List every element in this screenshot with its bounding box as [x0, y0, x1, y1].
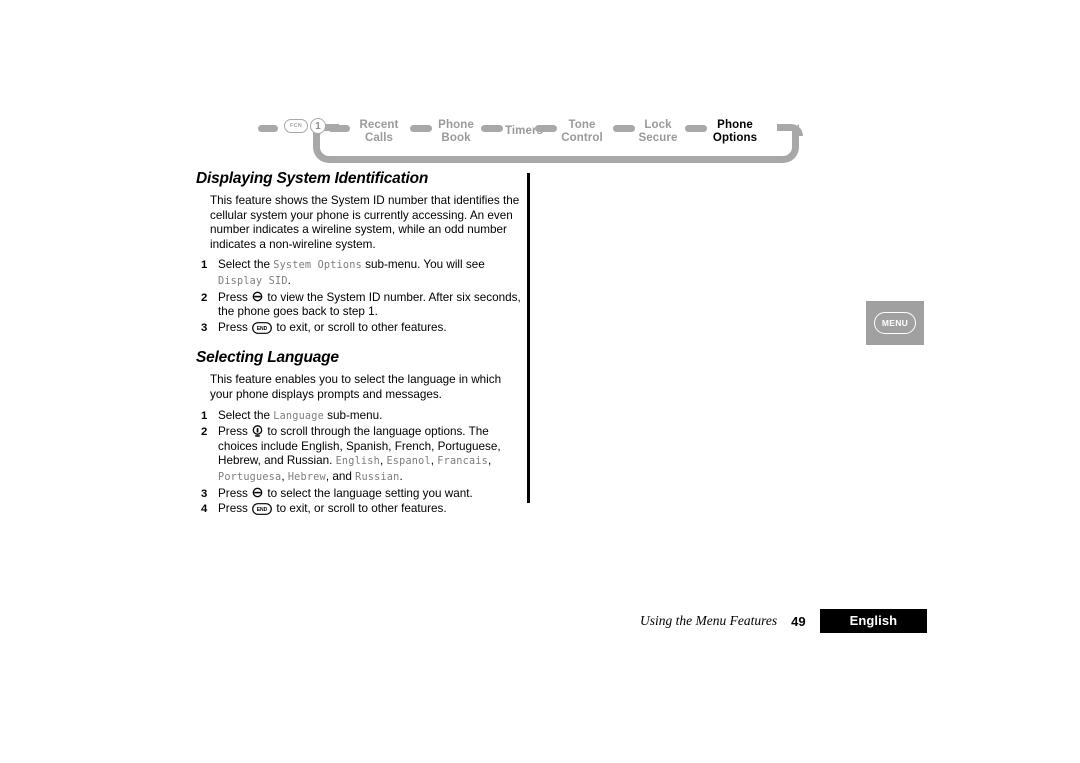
scroll-key-icon	[252, 425, 263, 437]
display-text: Espanol	[386, 456, 431, 468]
step-number: 1	[201, 259, 208, 272]
footer-page-number: 49	[791, 613, 806, 629]
select-key-icon	[252, 487, 263, 498]
step-item: 3 Press to select the language setting yo…	[201, 486, 473, 500]
section-selecting-language: Selecting Language This feature enables …	[196, 349, 521, 516]
breadcrumb-item-lock-secure[interactable]: Lock Secure	[634, 119, 682, 144]
step-number: 4	[201, 503, 208, 516]
step-number: 3	[201, 487, 208, 500]
menu-tab[interactable]: MENU	[866, 301, 924, 345]
fcn-key-icon: FCN	[284, 119, 308, 133]
step-item: 1 Select the Language sub-menu.	[201, 408, 383, 422]
section-intro-paragraph: This feature shows the System ID number …	[210, 194, 520, 251]
column-divider-rule	[527, 173, 530, 503]
menu-button-icon[interactable]: MENU	[874, 312, 916, 334]
step-item: 3 Press END to exit, or scroll to other f…	[201, 320, 447, 334]
footer-language-badge: English	[819, 609, 928, 633]
number-one-key-icon: 1	[310, 118, 326, 134]
step-number: 2	[201, 426, 208, 439]
page-content: Displaying System Identification This fe…	[196, 170, 521, 531]
step-number: 3	[201, 321, 208, 334]
display-text: Display SID	[218, 275, 288, 287]
breadcrumb-item-phone-options[interactable]: Phone Options	[707, 119, 763, 144]
footer-chapter-title: Using the Menu Features	[640, 613, 778, 628]
section-displaying-system-identification: Displaying System Identification This fe…	[196, 170, 521, 335]
breadcrumb-dash-0	[328, 125, 350, 132]
breadcrumb-item-recent-calls[interactable]: Recent Calls	[350, 119, 408, 144]
display-text: Portuguesa	[218, 471, 282, 483]
step-item: 4 Press END to exit, or scroll to other f…	[201, 502, 447, 516]
display-text: English	[335, 456, 380, 468]
display-text: Hebrew	[287, 471, 326, 483]
step-item: 1 Select the System Options sub-menu. You…	[201, 258, 485, 287]
end-key-icon: END	[252, 321, 273, 334]
display-text: Russian	[355, 471, 400, 483]
breadcrumb-pipe-corner-right	[777, 124, 803, 136]
breadcrumb-dash-2	[481, 125, 503, 132]
end-key-icon: END	[252, 503, 273, 515]
page-footer: Using the Menu Features 49 English	[640, 609, 928, 633]
step-list: 1 Select the System Options sub-menu. You…	[196, 258, 521, 335]
step-item: 2 Press to view the System ID number. Aft…	[201, 290, 521, 319]
svg-text:END: END	[257, 326, 268, 332]
step-number: 1	[201, 409, 208, 422]
section-title: Displaying System Identification	[196, 170, 429, 187]
display-text: System Options	[273, 260, 362, 272]
section-title: Selecting Language	[196, 349, 339, 367]
breadcrumb-item-phone-book[interactable]: Phone Book	[429, 119, 483, 144]
step-number: 2	[201, 291, 208, 304]
step-item: 2 Press to scroll through the language op…	[201, 425, 501, 483]
section-intro-paragraph: This feature enables you to select the l…	[210, 373, 502, 401]
breadcrumb: FCN 1 Recent Calls Phone Book Timers Ton…	[258, 112, 803, 167]
select-key-icon	[252, 291, 263, 302]
breadcrumb-dash-lead	[258, 125, 278, 132]
svg-text:END: END	[257, 507, 268, 513]
display-text: Language	[273, 410, 324, 422]
breadcrumb-dash-5	[685, 125, 707, 132]
breadcrumb-dash-4	[613, 125, 635, 132]
step-list: 1 Select the Language sub-menu. 2 Press to …	[196, 409, 521, 517]
display-text: Francais	[437, 456, 488, 468]
breadcrumb-dash-3	[535, 125, 557, 132]
breadcrumb-item-tone-control[interactable]: Tone Control	[555, 119, 609, 144]
